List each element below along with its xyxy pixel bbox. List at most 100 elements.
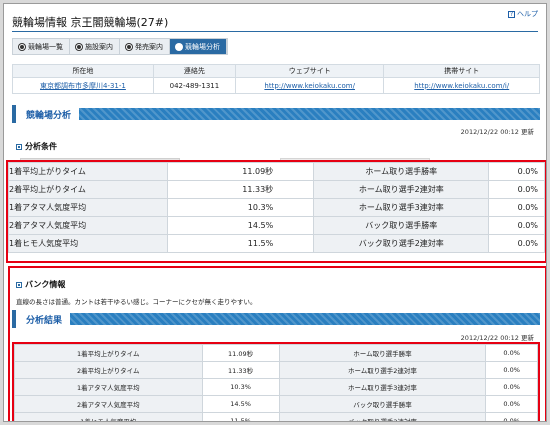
bank-description: 直線の長さは普通。カントは若干ゆるい感じ。コーナーにクセが無く走りやすい。 xyxy=(16,298,257,306)
analysis-updated-time: 2012/12/22 00:12 更新 xyxy=(460,128,534,136)
stat-label: 2着アタマ人気度平均 xyxy=(8,216,168,235)
info-header-website: ウェブサイト xyxy=(234,64,385,78)
stat-label: 2着平均上がりタイム xyxy=(8,180,168,199)
page-title: 競輪場情報 京王閣競輪場(27#) xyxy=(12,16,169,29)
stat-value: 0.0% xyxy=(485,412,538,421)
stat-value: 14.5% xyxy=(166,216,315,235)
table-row: 1着アタマ人気度平均 10.3% ホーム取り選手3連対率 0.0% xyxy=(8,198,545,217)
stat-label: 2着アタマ人気度平均 xyxy=(14,395,203,413)
stat-value: 0.0% xyxy=(488,234,545,253)
website-link[interactable]: http://www.keiokaku.com/ xyxy=(264,82,355,90)
table-row: 2着アタマ人気度平均 14.5% バック取り選手勝率 0.0% xyxy=(8,216,545,235)
track-info-table: 所在地 連絡先 ウェブサイト 携帯サイト 東京都調布市多摩川4-31-1 042… xyxy=(12,64,540,94)
tab-facilities[interactable]: 施設案内 xyxy=(70,39,120,54)
stat-label: 1着アタマ人気度平均 xyxy=(14,378,203,396)
stat-label: バック取り選手勝率 xyxy=(278,395,487,413)
table-row: 1着ヒモ人気度平均 11.5% バック取り選手2連対率 0.0% xyxy=(8,234,545,253)
stat-value: 11.09秒 xyxy=(166,162,315,181)
analysis-section-title: 競輪場分析 xyxy=(12,105,80,123)
highlighted-stats-large: 1着平均上がりタイム 11.09秒 ホーム取り選手勝率 0.0% 2着平均上がり… xyxy=(6,160,546,263)
table-row: 1着ヒモ人気度平均 11.5% バック取り選手2連対率 0.0% xyxy=(14,412,538,421)
tab-bullet-icon xyxy=(126,43,132,50)
result-updated-time: 2012/12/22 00:12 更新 xyxy=(460,334,534,342)
stat-label: バック取り選手2連対率 xyxy=(313,234,490,253)
stat-value: 0.0% xyxy=(485,378,538,396)
info-mobile-cell: http://www.keiokaku.com/i/ xyxy=(383,77,540,94)
help-label: ヘルプ xyxy=(517,10,538,18)
mobile-site-link[interactable]: http://www.keiokaku.com/i/ xyxy=(414,82,509,90)
stat-label: 2着平均上がりタイム xyxy=(14,361,203,379)
stat-label: 1着ヒモ人気度平均 xyxy=(8,234,168,253)
stat-label: ホーム取り選手勝率 xyxy=(278,344,487,362)
stat-value: 11.33秒 xyxy=(201,361,280,379)
tab-track-list[interactable]: 競輪場一覧 xyxy=(13,39,70,54)
stat-label: バック取り選手勝率 xyxy=(313,216,490,235)
tab-label: 施設案内 xyxy=(85,42,113,51)
info-contact-cell: 042-489-1311 xyxy=(152,77,236,94)
title-divider xyxy=(12,31,538,32)
tab-bullet-icon xyxy=(76,43,82,50)
table-row: 2着平均上がりタイム 11.33秒 ホーム取り選手2連対率 0.0% xyxy=(8,180,545,199)
tab-label: 競輪場分析 xyxy=(185,42,220,51)
stat-value: 11.33秒 xyxy=(166,180,315,199)
address-link[interactable]: 東京都調布市多摩川4-31-1 xyxy=(40,82,126,90)
tab-sales[interactable]: 発売案内 xyxy=(120,39,170,54)
square-bullet-icon xyxy=(16,281,22,288)
stat-label: 1着ヒモ人気度平均 xyxy=(14,412,203,421)
stats-table-large: 1着平均上がりタイム 11.09秒 ホーム取り選手勝率 0.0% 2着平均上がり… xyxy=(8,162,545,253)
table-row: 1着アタマ人気度平均 10.3% ホーム取り選手3連対率 0.0% xyxy=(14,378,538,396)
tab-bullet-icon xyxy=(19,43,25,50)
help-link[interactable]: ? ヘルプ xyxy=(508,9,538,19)
bank-subheading: バンク情報 xyxy=(16,279,65,290)
result-section-title: 分析結果 xyxy=(12,310,71,328)
stat-label: ホーム取り選手2連対率 xyxy=(278,361,487,379)
stat-value: 11.09秒 xyxy=(201,344,280,362)
stat-value: 11.5% xyxy=(166,234,315,253)
conditions-subheading: 分析条件 xyxy=(16,141,57,152)
tab-label: 競輪場一覧 xyxy=(28,42,63,51)
stat-value: 0.0% xyxy=(488,198,545,217)
table-row: 1着平均上がりタイム 11.09秒 ホーム取り選手勝率 0.0% xyxy=(14,344,538,362)
stat-value: 0.0% xyxy=(488,180,545,199)
table-row: 2着アタマ人気度平均 14.5% バック取り選手勝率 0.0% xyxy=(14,395,538,413)
tab-label: 発売案内 xyxy=(135,42,163,51)
square-bullet-icon xyxy=(16,143,22,150)
help-icon: ? xyxy=(508,10,515,18)
table-row: 2着平均上がりタイム 11.33秒 ホーム取り選手2連対率 0.0% xyxy=(14,361,538,379)
stat-value: 0.0% xyxy=(488,162,545,181)
stat-value: 14.5% xyxy=(201,395,280,413)
highlighted-stats-small: 1着平均上がりタイム 11.09秒 ホーム取り選手勝率 0.0% 2着平均上がり… xyxy=(12,342,540,421)
stat-label: 1着平均上がりタイム xyxy=(14,344,203,362)
tab-track-analysis[interactable]: 競輪場分析 xyxy=(170,39,227,54)
stat-label: ホーム取り選手3連対率 xyxy=(313,198,490,217)
stat-value: 0.0% xyxy=(488,216,545,235)
stat-label: 1着平均上がりタイム xyxy=(8,162,168,181)
table-row: 1着平均上がりタイム 11.09秒 ホーム取り選手勝率 0.0% xyxy=(8,162,545,181)
stat-label: バック取り選手2連対率 xyxy=(278,412,487,421)
stats-table-small: 1着平均上がりタイム 11.09秒 ホーム取り選手勝率 0.0% 2着平均上がり… xyxy=(14,344,538,421)
conditions-label: 分析条件 xyxy=(25,142,57,151)
info-website-cell: http://www.keiokaku.com/ xyxy=(234,77,385,94)
section-band xyxy=(12,108,540,120)
stat-label: ホーム取り選手勝率 xyxy=(313,162,490,181)
result-section-header: 分析結果 xyxy=(12,310,540,328)
info-header-contact: 連絡先 xyxy=(152,64,236,78)
info-header-mobile: 携帯サイト xyxy=(383,64,540,78)
info-header-address: 所在地 xyxy=(12,64,154,78)
info-address-cell: 東京都調布市多摩川4-31-1 xyxy=(12,77,154,94)
stat-value: 10.3% xyxy=(166,198,315,217)
stat-value: 0.0% xyxy=(485,361,538,379)
tab-bar: 競輪場一覧 施設案内 発売案内 競輪場分析 xyxy=(12,38,228,55)
analysis-section-header: 競輪場分析 xyxy=(12,105,540,123)
section-band xyxy=(12,313,540,325)
bank-title: バンク情報 xyxy=(25,280,66,289)
stat-label: ホーム取り選手3連対率 xyxy=(278,378,487,396)
stat-value: 10.3% xyxy=(201,378,280,396)
page-frame: ? ヘルプ 競輪場情報 京王閣競輪場(27#) 競輪場一覧 施設案内 発売案内 … xyxy=(3,3,547,422)
stat-value: 0.0% xyxy=(485,395,538,413)
stat-label: 1着アタマ人気度平均 xyxy=(8,198,168,217)
tab-bullet-icon xyxy=(176,43,182,50)
stat-label: ホーム取り選手2連対率 xyxy=(313,180,490,199)
stat-value: 11.5% xyxy=(201,412,280,421)
stat-value: 0.0% xyxy=(485,344,538,362)
